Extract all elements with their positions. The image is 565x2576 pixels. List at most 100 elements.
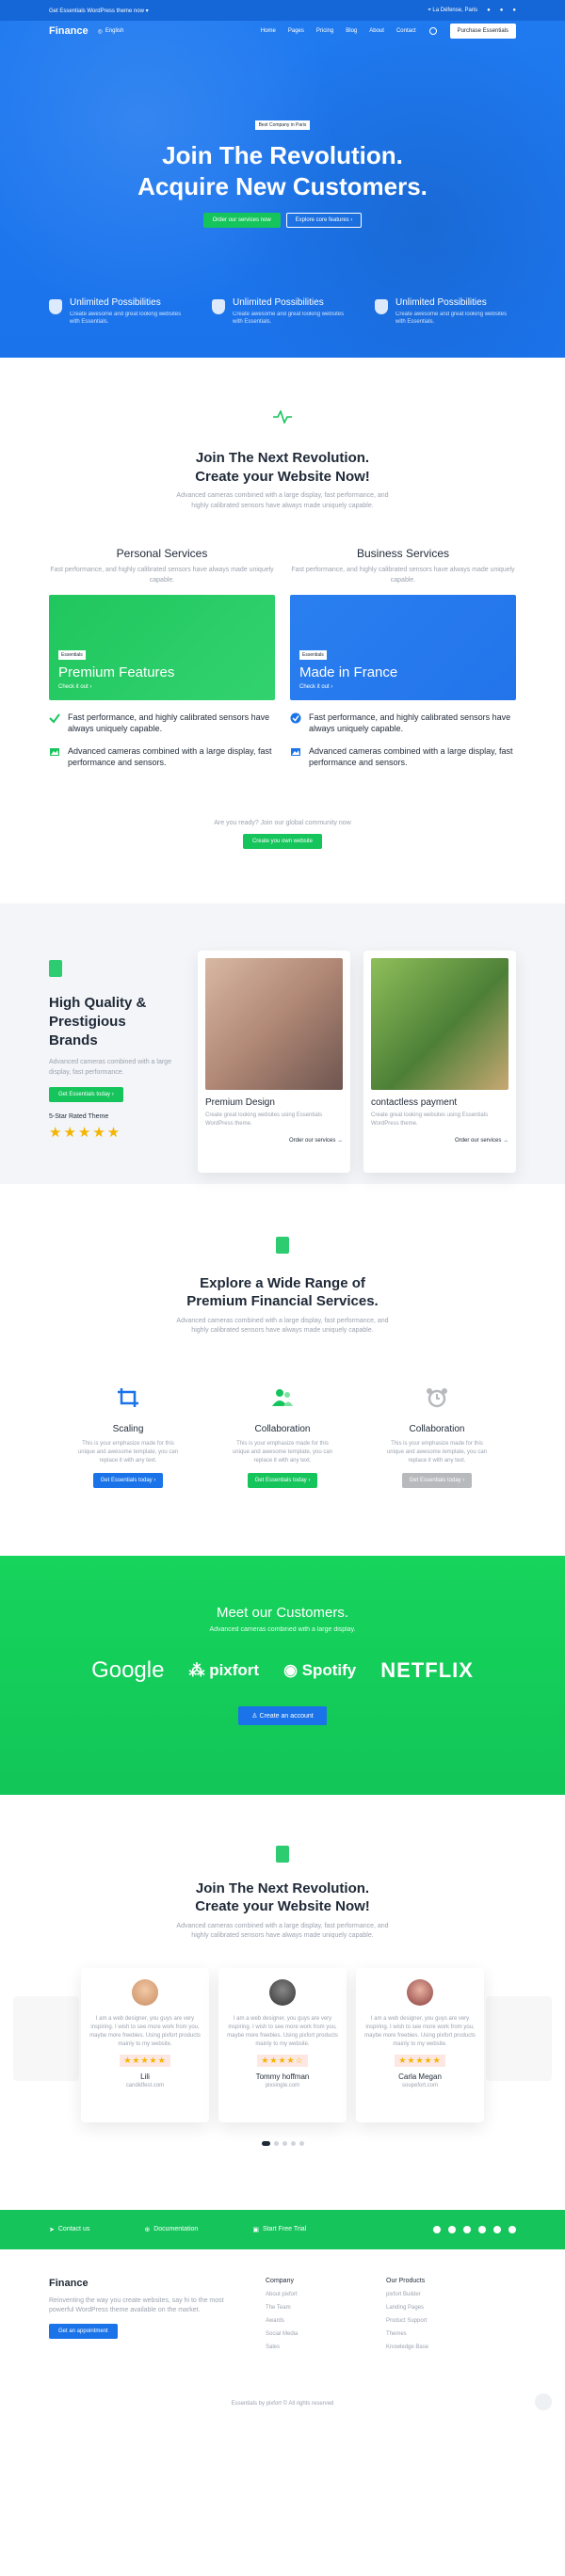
nav-pages[interactable]: Pages xyxy=(288,28,304,34)
service-desc: Fast performance, and highly calibrated … xyxy=(291,567,515,584)
behance-icon[interactable] xyxy=(508,2225,516,2233)
footer-link[interactable]: Knowledge Base xyxy=(386,2344,507,2350)
location-text: ⌖ La Défense, Paris xyxy=(428,7,478,13)
testimonials-desc: Advanced cameras combined with a large d… xyxy=(176,1922,389,1940)
footer: Finance Reinventing the way you create w… xyxy=(0,2249,565,2350)
carousel-next-card[interactable] xyxy=(486,1995,552,2081)
image-icon xyxy=(291,748,300,757)
premium-features-card[interactable]: Essentials Premium Features Check it out… xyxy=(49,595,275,700)
star-rating: ★★★★☆ xyxy=(257,2054,308,2067)
order-link[interactable]: Order our services → xyxy=(205,1138,343,1144)
avatar xyxy=(269,1978,296,2006)
product-card[interactable]: contactless payment Create great looking… xyxy=(363,950,516,1173)
hero-badge: Best Company in Paris xyxy=(254,120,311,130)
avatar xyxy=(407,1978,433,2006)
free-trial-link[interactable]: ▣ Start Free Trial xyxy=(252,2226,306,2233)
hero-features: Unlimited Possibilities Create awesome an… xyxy=(0,297,565,327)
pinterest-icon[interactable] xyxy=(463,2225,471,2233)
get-essentials-button[interactable]: Get Essentials today › xyxy=(247,1472,318,1488)
get-essentials-button[interactable]: Get Essentials today › xyxy=(49,1087,123,1103)
get-essentials-button[interactable]: Get Essentials today › xyxy=(92,1472,164,1488)
star-rating: ★★★★★ xyxy=(120,2054,170,2067)
made-in-france-card[interactable]: Essentials Made in France Check it out › xyxy=(290,595,516,700)
footer-link[interactable]: pixfort Builder xyxy=(386,2292,507,2297)
green-action-bar: ➤ Contact us ⊕ Documentation ▣ Start Free T… xyxy=(0,2209,565,2249)
services-section: Personal Services Fast performance, and … xyxy=(0,547,565,769)
search-icon[interactable] xyxy=(428,27,437,35)
testimonial-card: I am a web designer, you guys are very i… xyxy=(81,1967,209,2122)
hero-section: Finance ◎ English Home Pages Pricing Blog… xyxy=(0,21,565,358)
create-account-button[interactable]: ♙ Create an account xyxy=(238,1705,327,1725)
service-point: Fast performance, and highly calibrated … xyxy=(290,712,516,734)
check-it-out-link[interactable]: Check it out › xyxy=(299,684,507,690)
nav-pricing[interactable]: Pricing xyxy=(316,28,333,34)
twitter-icon[interactable]: ● xyxy=(500,8,504,13)
instagram-icon[interactable] xyxy=(448,2225,456,2233)
carousel-prev-card[interactable] xyxy=(13,1995,79,2081)
avatar xyxy=(132,1978,158,2006)
footer-link[interactable]: Landing Pages xyxy=(386,2305,507,2311)
hero-feature: Unlimited Possibilities Create awesome an… xyxy=(375,297,516,327)
clipboard-icon xyxy=(276,1236,289,1254)
card-title: Made in France xyxy=(299,664,398,680)
check-it-out-link[interactable]: Check it out › xyxy=(58,684,266,690)
shield-icon xyxy=(212,299,225,314)
back-to-top-button[interactable] xyxy=(535,2392,552,2410)
language-switcher[interactable]: ◎ English xyxy=(98,28,124,35)
footer-link[interactable]: Product Support xyxy=(386,2318,507,2324)
order-link[interactable]: Order our services → xyxy=(371,1138,508,1144)
feature-collaboration: Collaboration This is your emphasize mad… xyxy=(231,1387,334,1488)
explore-section: Explore a Wide Range of Premium Financial… xyxy=(0,1184,565,1488)
check-icon xyxy=(49,713,60,724)
create-website-button[interactable]: Create you own website xyxy=(242,833,323,849)
crop-icon xyxy=(118,1387,138,1407)
nav-contact[interactable]: Contact xyxy=(396,28,416,34)
testimonials-title: Join The Next Revolution. Create your Web… xyxy=(195,1880,370,1915)
order-services-button[interactable]: Order our services now xyxy=(202,213,281,228)
documentation-link[interactable]: ⊕ Documentation xyxy=(144,2226,198,2233)
pulse-icon xyxy=(273,408,292,425)
customers-section: Meet our Customers. Advanced cameras com… xyxy=(0,1555,565,1795)
contact-us-link[interactable]: ➤ Contact us xyxy=(49,2226,89,2233)
testimonials-section: Join The Next Revolution. Create your Web… xyxy=(0,1795,565,2146)
footer-link[interactable]: Awards xyxy=(266,2318,386,2324)
product-title: contactless payment xyxy=(371,1096,458,1108)
explore-features-button[interactable]: Explore core features › xyxy=(285,213,363,228)
skype-icon[interactable] xyxy=(493,2225,501,2233)
product-desc: Create great looking websites using Esse… xyxy=(205,1112,323,1127)
testimonial-card: I am a web designer, you guys are very i… xyxy=(218,1967,347,2122)
hero-title: Join The Revolution. Acquire New Customer… xyxy=(137,141,428,200)
dribbble-icon[interactable] xyxy=(478,2225,486,2233)
nav-about[interactable]: About xyxy=(369,28,384,34)
ready-text: Are you ready? Join our global community… xyxy=(214,819,351,826)
site-logo[interactable]: Finance xyxy=(49,25,89,37)
footer-logo[interactable]: Finance xyxy=(49,2278,266,2289)
product-card[interactable]: Premium Design Create great looking webs… xyxy=(198,950,350,1173)
footer-link[interactable]: The Team xyxy=(266,2305,386,2311)
carousel-dots[interactable] xyxy=(0,2140,565,2146)
nav-home[interactable]: Home xyxy=(261,28,276,34)
clipboard-icon xyxy=(49,959,62,977)
get-essentials-button[interactable]: Get Essentials today › xyxy=(401,1472,473,1488)
product-image xyxy=(205,957,343,1090)
footer-link[interactable]: Social Media xyxy=(266,2331,386,2337)
globe-icon: ◎ xyxy=(97,28,103,35)
service-desc: Fast performance, and highly calibrated … xyxy=(50,567,274,584)
purchase-button[interactable]: Purchase Essentials xyxy=(449,24,516,39)
hero-feature: Unlimited Possibilities Create awesome an… xyxy=(212,297,353,327)
appointment-button[interactable]: Get an appointment xyxy=(49,2323,118,2339)
hero-feature: Unlimited Possibilities Create awesome an… xyxy=(49,297,190,327)
product-title: Premium Design xyxy=(205,1096,275,1108)
service-point: Advanced cameras combined with a large d… xyxy=(290,745,516,768)
nav-blog[interactable]: Blog xyxy=(346,28,357,34)
footer-link[interactable]: About pixfort xyxy=(266,2292,386,2297)
facebook-icon[interactable]: ● xyxy=(487,8,491,13)
brands-title: High Quality & Prestigious Brands xyxy=(49,994,147,1049)
twitter-icon[interactable] xyxy=(433,2225,441,2233)
instagram-icon[interactable]: ● xyxy=(512,8,516,13)
clipboard-icon xyxy=(276,1845,289,1863)
customers-title: Meet our Customers. xyxy=(216,1604,349,1621)
footer-link[interactable]: Themes xyxy=(386,2331,507,2337)
promo-link[interactable]: Get Essentials WordPress theme now ▾ xyxy=(49,8,149,14)
footer-link[interactable]: Sales xyxy=(266,2344,386,2350)
